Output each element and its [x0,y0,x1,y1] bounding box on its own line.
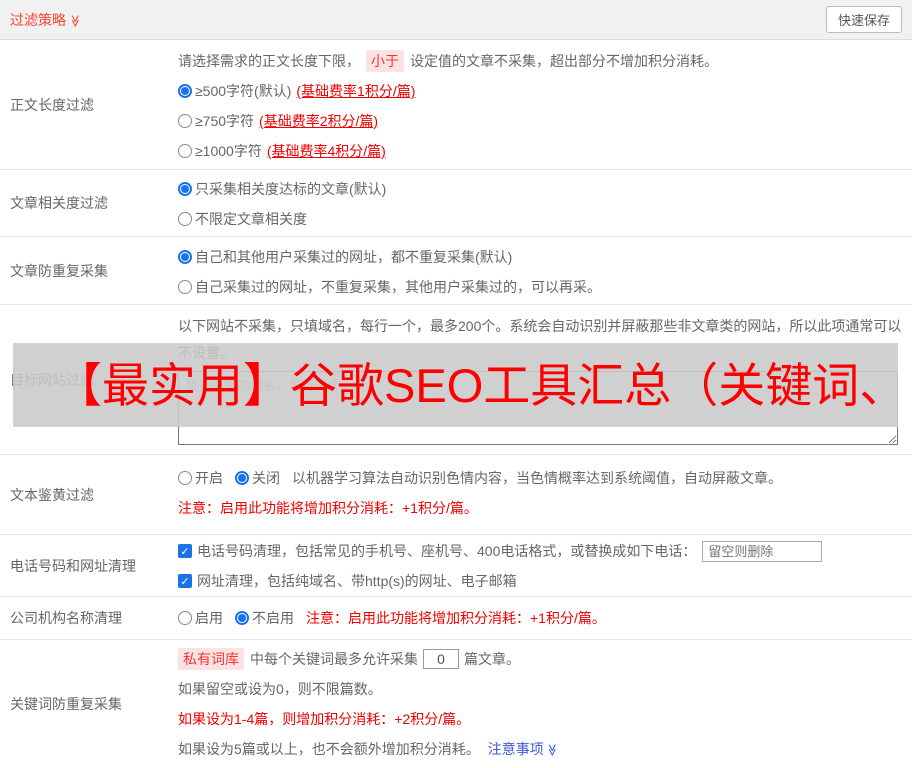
checkbox-checked-icon[interactable] [178,544,192,558]
porn-filter-option-off[interactable]: 关闭 [235,468,280,488]
option-label: 自己和其他用户采集过的网址，都不重复采集(默认) [195,249,513,265]
porn-filter-cost-note: 注意：启用此功能将增加积分消耗：+1积分/篇。 [178,500,478,516]
row-company-name-cleanup: 公司机构名称清理 启用 不启用 注意：启用此功能将增加积分消耗：+1积分/篇。 [0,597,912,640]
notes-link-label: 注意事项 [487,741,544,757]
radio-icon[interactable] [178,114,192,128]
option-label: 网址清理，包括纯域名、带http(s)的网址、电子邮箱 [197,573,517,589]
checkbox-checked-icon[interactable] [178,574,192,588]
relevance-option-strict[interactable]: 只采集相关度达标的文章(默认) [178,174,912,204]
company-cleanup-option-off[interactable]: 不启用 [235,608,294,628]
company-cleanup-cost-note: 注意：启用此功能将增加积分消耗：+1积分/篇。 [306,610,606,626]
double-chevron-down-icon [546,744,558,757]
keyword-dedup-note-five: 如果设为5篇或以上，也不会额外增加积分消耗。 [178,741,480,757]
header-bar: 过滤策略 快速保存 [0,0,912,40]
replacement-phone-input[interactable] [702,540,823,562]
radio-selected-icon[interactable] [178,182,192,196]
radio-selected-icon[interactable] [178,250,192,264]
row-article-dedup: 文章防重复采集 自己和其他用户采集过的网址，都不重复采集(默认) 自己采集过的网… [0,237,912,305]
row-label: 文章防重复采集 [10,262,108,279]
length-option-500[interactable]: ≥500字符(默认) (基础费率1积分/篇) [178,76,912,106]
radio-icon[interactable] [178,212,192,226]
watermark-banner: 【最实用】谷歌SEO工具汇总（关键词、SEO [13,343,898,427]
option-label: 不启用 [252,610,294,626]
radio-icon[interactable] [178,471,192,485]
url-cleanup-item[interactable]: 网址清理，包括纯域名、带http(s)的网址、电子邮箱 [178,566,912,596]
radio-icon[interactable] [178,611,192,625]
keyword-limit-unit: 篇文章。 [464,651,520,667]
content-length-description: 请选择需求的正文长度下限， 小于 设定值的文章不采集，超出部分不增加积分消耗。 [178,46,912,76]
notes-link[interactable]: 注意事项 [488,739,559,759]
option-fee-note: (基础费率2积分/篇) [259,113,379,129]
option-label: 不限定文章相关度 [195,211,307,227]
company-cleanup-option-on[interactable]: 启用 [178,608,223,628]
relevance-option-any[interactable]: 不限定文章相关度 [178,204,912,234]
row-label: 公司机构名称清理 [10,610,122,626]
less-than-token: 小于 [366,50,404,72]
option-label: 关闭 [252,470,280,486]
row-label: 文章相关度过滤 [10,195,108,211]
dedup-option-self[interactable]: 自己采集过的网址，不重复采集，其他用户采集过的，可以再采。 [178,272,912,302]
filter-strategy-page: 过滤策略 快速保存 正文长度过滤 请选择需求的正文长度下限， 小于 设定值的文章… [0,0,912,768]
max-articles-input[interactable] [423,649,459,669]
radio-selected-icon[interactable] [235,611,249,625]
desc-post: 设定值的文章不采集，超出部分不增加积分消耗。 [410,53,718,69]
row-label: 正文长度过滤 [10,96,94,113]
private-thesaurus-token[interactable]: 私有词库 [178,648,244,670]
row-label: 电话号码和网址清理 [10,557,136,574]
option-label: 启用 [195,610,223,626]
row-relevance-filter: 文章相关度过滤 只采集相关度达标的文章(默认) 不限定文章相关度 [0,170,912,237]
page-title: 过滤策略 [10,11,66,28]
desc-pre: 请选择需求的正文长度下限， [178,53,360,69]
watermark-text: 【最实用】谷歌SEO工具汇总（关键词、SEO [55,358,898,412]
row-keyword-dedup: 关键词防重复采集 私有词库 中每个关键词最多允许采集 篇文章。 如果留空或设为0… [0,640,912,768]
keyword-dedup-note-cost: 如果设为1-4篇，则增加积分消耗：+2积分/篇。 [178,711,471,727]
option-label: 电话号码清理，包括常见的手机号、座机号、400电话格式，或替换成如下电话： [197,543,697,559]
length-option-1000[interactable]: ≥1000字符 (基础费率4积分/篇) [178,136,912,166]
option-fee-note: (基础费率4积分/篇) [266,143,386,159]
option-label: ≥1000字符 [195,143,262,159]
porn-filter-option-on[interactable]: 开启 [178,468,223,488]
option-label: ≥750字符 [195,113,255,129]
double-chevron-down-icon [69,14,81,27]
length-option-750[interactable]: ≥750字符 (基础费率2积分/篇) [178,106,912,136]
option-label: ≥500字符(默认) [195,83,292,99]
radio-selected-icon[interactable] [178,84,192,98]
row-label: 关键词防重复采集 [10,696,122,712]
keyword-limit-text: 中每个关键词最多允许采集 [250,651,418,667]
keyword-dedup-note-zero: 如果留空或设为0，则不限篇数。 [178,681,382,697]
section-title-filter-strategy[interactable]: 过滤策略 [10,10,82,30]
phone-cleanup-item[interactable]: 电话号码清理，包括常见的手机号、座机号、400电话格式，或替换成如下电话： [178,536,912,566]
quick-save-button[interactable]: 快速保存 [825,6,902,33]
option-label: 开启 [195,470,223,486]
porn-filter-description: 以机器学习算法自动识别色情内容，当色情概率达到系统阈值，自动屏蔽文章。 [292,470,782,486]
radio-icon[interactable] [178,280,192,294]
row-phone-url-cleanup: 电话号码和网址清理 电话号码清理，包括常见的手机号、座机号、400电话格式，或替… [0,535,912,597]
option-fee-note: (基础费率1积分/篇) [296,83,416,99]
option-label: 自己采集过的网址，不重复采集，其他用户采集过的，可以再采。 [195,279,601,295]
radio-selected-icon[interactable] [235,471,249,485]
row-porn-filter: 文本鉴黄过滤 开启 关闭 以机器学习算法自动识别色情内容，当色情概率达到系统阈值… [0,455,912,535]
dedup-option-global[interactable]: 自己和其他用户采集过的网址，都不重复采集(默认) [178,242,912,272]
option-label: 只采集相关度达标的文章(默认) [195,181,387,197]
row-content-length-filter: 正文长度过滤 请选择需求的正文长度下限， 小于 设定值的文章不采集，超出部分不增… [0,40,912,170]
row-label: 文本鉴黄过滤 [10,486,94,503]
radio-icon[interactable] [178,144,192,158]
